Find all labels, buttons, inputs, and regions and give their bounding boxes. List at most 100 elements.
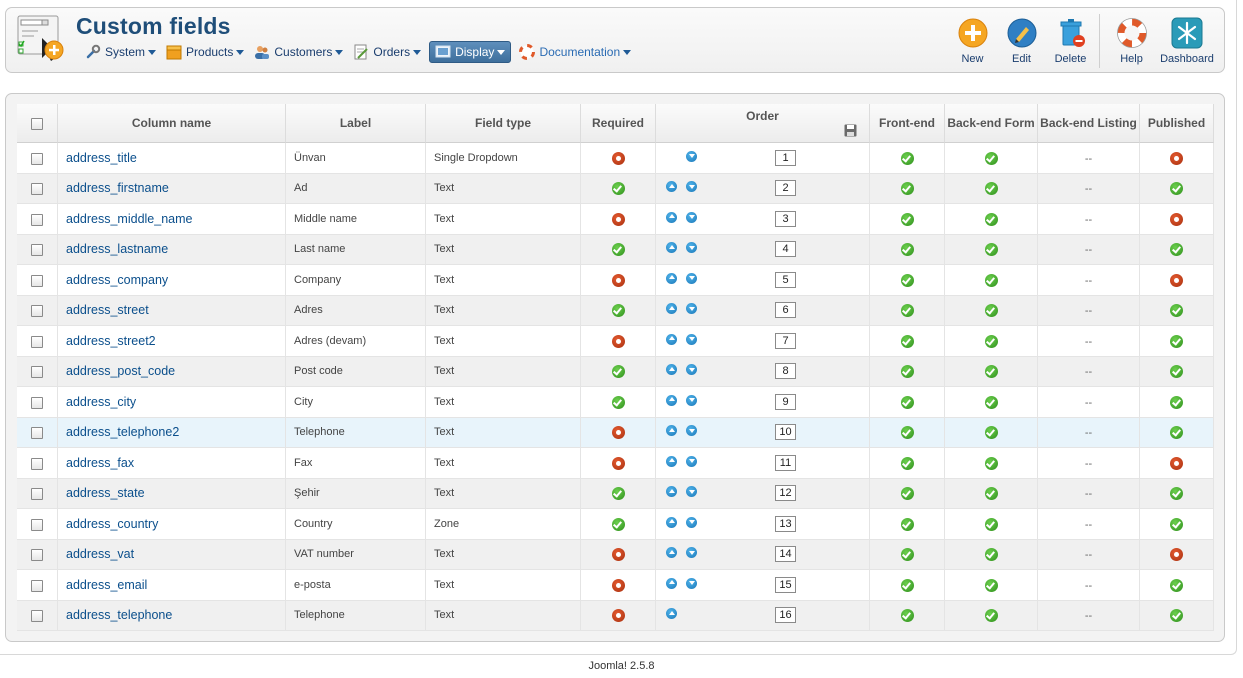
move-up-icon[interactable] xyxy=(666,394,677,406)
column-name-link[interactable]: address_state xyxy=(58,478,286,509)
required-toggle-no-icon[interactable] xyxy=(611,426,625,440)
required-toggle-yes-icon[interactable] xyxy=(611,182,625,196)
front-end-toggle-yes-icon[interactable] xyxy=(900,273,914,287)
column-name-link[interactable]: address_country xyxy=(58,509,286,540)
move-up-icon[interactable] xyxy=(666,242,677,254)
column-name-link[interactable]: address_firstname xyxy=(58,173,286,204)
menu-documentation[interactable]: Documentation xyxy=(514,41,636,63)
column-name-link[interactable]: address_telephone2 xyxy=(58,417,286,448)
back-end-listing-header[interactable]: Back-end Listing xyxy=(1038,104,1140,143)
front-end-toggle-yes-icon[interactable] xyxy=(900,151,914,165)
edit-button[interactable]: Edit xyxy=(997,14,1046,68)
back-end-form-toggle-yes-icon[interactable] xyxy=(984,426,998,440)
required-toggle-no-icon[interactable] xyxy=(611,151,625,165)
required-toggle-yes-icon[interactable] xyxy=(611,243,625,257)
required-toggle-no-icon[interactable] xyxy=(611,578,625,592)
move-up-icon[interactable] xyxy=(666,181,677,193)
required-toggle-no-icon[interactable] xyxy=(611,212,625,226)
column-name-link[interactable]: address_title xyxy=(58,143,286,174)
menu-system[interactable]: System xyxy=(80,41,161,63)
row-checkbox[interactable] xyxy=(31,427,43,440)
published-toggle-yes-icon[interactable] xyxy=(1170,487,1183,501)
column-name-link[interactable]: address_fax xyxy=(58,448,286,479)
order-input[interactable]: 15 xyxy=(775,576,796,593)
order-input[interactable]: 13 xyxy=(775,515,796,532)
front-end-toggle-yes-icon[interactable] xyxy=(900,426,914,440)
published-toggle-no-icon[interactable] xyxy=(1170,151,1183,165)
front-end-toggle-yes-icon[interactable] xyxy=(900,212,914,226)
move-down-icon[interactable] xyxy=(686,150,697,162)
back-end-form-toggle-yes-icon[interactable] xyxy=(984,578,998,592)
row-checkbox[interactable] xyxy=(31,396,43,409)
column-name-link[interactable]: address_city xyxy=(58,387,286,418)
row-checkbox[interactable] xyxy=(31,213,43,226)
move-down-icon[interactable] xyxy=(686,577,697,589)
move-up-icon[interactable] xyxy=(666,211,677,223)
front-end-header[interactable]: Front-end xyxy=(870,104,945,143)
row-checkbox[interactable] xyxy=(31,610,43,623)
row-checkbox[interactable] xyxy=(31,518,43,531)
front-end-toggle-yes-icon[interactable] xyxy=(900,182,914,196)
move-down-icon[interactable] xyxy=(686,547,697,559)
row-checkbox[interactable] xyxy=(31,457,43,470)
published-toggle-yes-icon[interactable] xyxy=(1170,182,1183,196)
back-end-form-toggle-yes-icon[interactable] xyxy=(984,487,998,501)
back-end-form-header[interactable]: Back-end Form xyxy=(945,104,1038,143)
required-header[interactable]: Required xyxy=(581,104,656,143)
order-input[interactable]: 7 xyxy=(775,332,796,349)
move-down-icon[interactable] xyxy=(686,181,697,193)
column-name-header[interactable]: Column name xyxy=(58,104,286,143)
required-toggle-no-icon[interactable] xyxy=(611,548,625,562)
back-end-form-toggle-yes-icon[interactable] xyxy=(984,395,998,409)
front-end-toggle-yes-icon[interactable] xyxy=(900,609,914,623)
required-toggle-yes-icon[interactable] xyxy=(611,304,625,318)
move-up-icon[interactable] xyxy=(666,608,677,620)
published-toggle-yes-icon[interactable] xyxy=(1170,609,1183,623)
published-toggle-yes-icon[interactable] xyxy=(1170,243,1183,257)
row-checkbox[interactable] xyxy=(31,274,43,287)
move-down-icon[interactable] xyxy=(686,425,697,437)
published-toggle-no-icon[interactable] xyxy=(1170,548,1183,562)
required-toggle-yes-icon[interactable] xyxy=(611,517,625,531)
back-end-form-toggle-yes-icon[interactable] xyxy=(984,151,998,165)
column-name-link[interactable]: address_vat xyxy=(58,539,286,570)
back-end-form-toggle-yes-icon[interactable] xyxy=(984,304,998,318)
column-name-link[interactable]: address_post_code xyxy=(58,356,286,387)
dashboard-button[interactable]: Dashboard xyxy=(1156,14,1218,68)
move-down-icon[interactable] xyxy=(686,516,697,528)
new-button[interactable]: New xyxy=(948,14,997,68)
back-end-form-toggle-yes-icon[interactable] xyxy=(984,212,998,226)
move-down-icon[interactable] xyxy=(686,242,697,254)
required-toggle-no-icon[interactable] xyxy=(611,273,625,287)
menu-customers[interactable]: Customers xyxy=(249,41,348,63)
published-toggle-yes-icon[interactable] xyxy=(1170,334,1183,348)
back-end-form-toggle-yes-icon[interactable] xyxy=(984,243,998,257)
field-type-header[interactable]: Field type xyxy=(426,104,581,143)
published-header[interactable]: Published xyxy=(1140,104,1214,143)
order-input[interactable]: 10 xyxy=(775,424,796,441)
row-checkbox[interactable] xyxy=(31,488,43,501)
menu-display[interactable]: Display xyxy=(429,41,512,63)
back-end-form-toggle-yes-icon[interactable] xyxy=(984,548,998,562)
order-input[interactable]: 2 xyxy=(775,180,796,197)
column-name-link[interactable]: address_street xyxy=(58,295,286,326)
published-toggle-yes-icon[interactable] xyxy=(1170,395,1183,409)
select-all-checkbox[interactable] xyxy=(31,117,43,130)
move-up-icon[interactable] xyxy=(666,577,677,589)
menu-products[interactable]: Products xyxy=(161,41,249,63)
front-end-toggle-yes-icon[interactable] xyxy=(900,456,914,470)
published-toggle-no-icon[interactable] xyxy=(1170,273,1183,287)
front-end-toggle-yes-icon[interactable] xyxy=(900,304,914,318)
move-down-icon[interactable] xyxy=(686,211,697,223)
row-checkbox[interactable] xyxy=(31,335,43,348)
front-end-toggle-yes-icon[interactable] xyxy=(900,578,914,592)
order-input[interactable]: 6 xyxy=(775,302,796,319)
published-toggle-yes-icon[interactable] xyxy=(1170,517,1183,531)
required-toggle-yes-icon[interactable] xyxy=(611,395,625,409)
required-toggle-no-icon[interactable] xyxy=(611,334,625,348)
column-name-link[interactable]: address_company xyxy=(58,265,286,296)
order-input[interactable]: 3 xyxy=(775,210,796,227)
column-name-link[interactable]: address_middle_name xyxy=(58,204,286,235)
published-toggle-yes-icon[interactable] xyxy=(1170,426,1183,440)
order-input[interactable]: 14 xyxy=(775,546,796,563)
